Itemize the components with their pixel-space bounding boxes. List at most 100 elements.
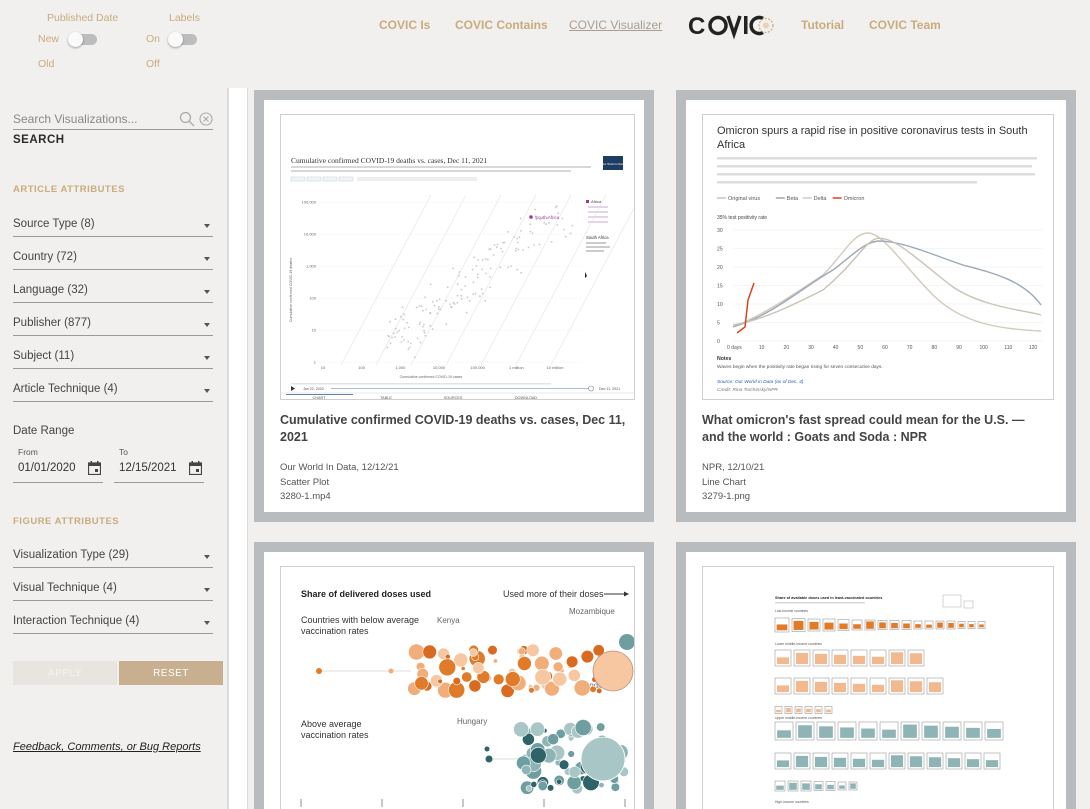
cursor-icon — [585, 272, 587, 278]
scatter-point — [557, 212, 560, 215]
published-date-switch[interactable] — [68, 31, 97, 47]
chevron-down-icon — [204, 257, 210, 261]
square-fill — [891, 622, 898, 629]
scatter-point — [474, 292, 477, 295]
square-fill — [776, 785, 784, 790]
card-thumbnail[interactable]: Cumulative confirmed COVID-19 deaths vs.… — [280, 114, 635, 400]
thumb-group-lower-middle: Lower middle-income countries — [775, 642, 822, 646]
square-fill — [937, 622, 943, 628]
article-technique-dropdown[interactable]: Article Technique (4) — [13, 380, 213, 402]
nav-covic-contains[interactable]: COVIC Contains — [455, 18, 548, 32]
visualization-card[interactable]: Share of delivered doses used Used more … — [254, 542, 654, 809]
thumb-axis: 0%25%50%75%100% — [300, 799, 626, 807]
source-type-dropdown[interactable]: Source Type (8) — [13, 215, 213, 237]
nav-tutorial[interactable]: Tutorial — [801, 18, 844, 32]
nav-covic-visualizer[interactable]: COVIC Visualizer — [569, 18, 662, 32]
visualization-type-dropdown[interactable]: Visualization Type (29) — [13, 546, 213, 568]
bubble — [596, 722, 606, 732]
scatter-point — [389, 320, 391, 323]
visual-technique-dropdown[interactable]: Visual Technique (4) — [13, 579, 213, 601]
cfr-line — [515, 194, 607, 366]
bubble — [461, 671, 473, 683]
square-fill — [798, 725, 812, 738]
square-fill — [903, 623, 910, 629]
interaction-technique-dropdown[interactable]: Interaction Technique (4) — [13, 612, 213, 634]
bubble — [513, 721, 529, 738]
chevron-down-icon — [204, 224, 210, 228]
thumb-arrow-label: Used more of their doses — [503, 589, 604, 599]
sidebar-scrollbar[interactable] — [228, 88, 248, 809]
scatter-point — [516, 241, 519, 244]
square-fill — [777, 730, 791, 738]
scatter-point — [471, 268, 474, 271]
from-date-field[interactable]: From 01/01/2020 — [13, 447, 103, 483]
visualization-card[interactable]: Cumulative confirmed COVID-19 deaths vs.… — [254, 90, 654, 522]
scatter-point — [481, 259, 484, 261]
scatter-point — [456, 301, 459, 304]
card-file: 3279-1.png — [702, 491, 751, 502]
square-fill — [796, 708, 801, 713]
feedback-link[interactable]: Feedback, Comments, or Bug Reports — [13, 741, 201, 753]
search-icon[interactable] — [179, 111, 195, 127]
covic-logo-mark: C — [688, 13, 774, 40]
bubble — [589, 685, 597, 693]
square-fill — [826, 709, 831, 713]
calendar-icon[interactable] — [189, 461, 202, 475]
nav-covic-team[interactable]: COVIC Team — [869, 18, 941, 32]
card-thumbnail[interactable]: Share of delivered doses used Used more … — [280, 566, 635, 809]
apply-button[interactable]: APPLY — [13, 661, 117, 685]
language-dropdown[interactable]: Language (32) — [13, 281, 213, 303]
visualization-card[interactable]: Omicron spurs a rapid rise in positive c… — [676, 90, 1076, 522]
bubble — [316, 668, 322, 674]
nav-covic-is[interactable]: COVIC Is — [379, 18, 430, 32]
covic-logo[interactable]: C — [688, 12, 776, 40]
subject-label: Subject (11) — [13, 350, 75, 362]
bubble — [528, 686, 535, 694]
to-date-field[interactable]: To 12/15/2021 — [114, 447, 204, 483]
scatter-point — [402, 318, 404, 321]
square-fill — [926, 624, 932, 628]
clear-icon[interactable] — [199, 112, 213, 126]
visualization-card[interactable]: Share of available doses used in least-v… — [676, 542, 1076, 809]
bubble — [537, 781, 548, 792]
card-thumbnail[interactable]: Omicron spurs a rapid rise in positive c… — [702, 114, 1054, 400]
publisher-dropdown[interactable]: Publisher (877) — [13, 314, 213, 336]
thumb-y-label: Cumulative confirmed COVID-19 deaths — [289, 258, 293, 322]
date-range-label: Date Range — [13, 425, 75, 437]
card-thumbnail[interactable]: Share of available doses used in least-v… — [702, 566, 1054, 809]
search-input[interactable] — [13, 110, 173, 128]
thumb-legend: Original virus Beta Delta Omicron — [717, 196, 864, 202]
card-title[interactable]: What omicron's fast spread could mean fo… — [702, 412, 1042, 446]
x-tick-label: 40 — [833, 345, 839, 351]
bubble-hungary — [485, 755, 493, 763]
scatter-point — [513, 236, 515, 238]
scatter-point — [522, 249, 524, 251]
thumb-source: Source: Our World in Data (as of Dec. 4) — [717, 379, 804, 385]
scatter-point — [423, 331, 426, 334]
search-button[interactable]: SEARCH — [13, 134, 65, 146]
to-label: To — [119, 447, 128, 457]
scatter-point — [439, 308, 442, 311]
card-chart-type: Scatter Plot — [280, 476, 330, 488]
published-old-label: Old — [38, 58, 55, 70]
scatter-point — [419, 321, 422, 324]
card-title[interactable]: Cumulative confirmed COVID-19 deaths vs.… — [280, 412, 640, 446]
thumb-y-label: 35% test positivity rate — [717, 215, 767, 221]
labels-switch[interactable] — [168, 31, 197, 47]
scatter-point — [422, 325, 424, 328]
legend-label: Omicron — [844, 196, 865, 202]
scatter-point — [394, 318, 397, 321]
subject-dropdown[interactable]: Subject (11) — [13, 347, 213, 369]
y-tick-label: 10 — [312, 328, 317, 333]
country-dropdown[interactable]: Country (72) — [13, 248, 213, 270]
x-tick-label: 100,000 — [470, 365, 485, 370]
thumb-group-upper-middle: Upper middle-income countries — [775, 716, 822, 720]
reset-button[interactable]: RESET — [119, 661, 223, 685]
square-fill — [871, 656, 885, 665]
scatter-point — [453, 303, 456, 305]
chevron-down-icon — [204, 356, 210, 360]
calendar-icon[interactable] — [88, 461, 101, 475]
bubble — [547, 784, 555, 792]
bubble — [566, 655, 579, 668]
scatter-point — [414, 356, 416, 359]
